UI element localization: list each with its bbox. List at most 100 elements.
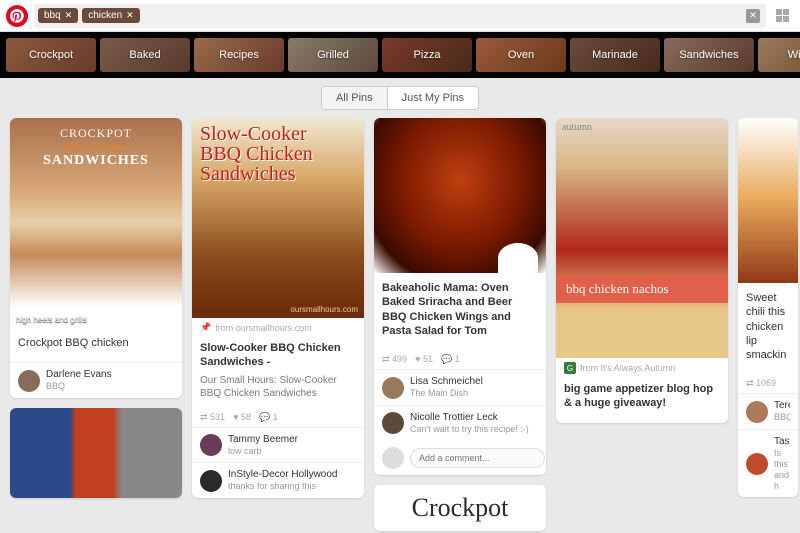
header-bar: bbq ✕ chicken ✕ ✕	[0, 0, 800, 32]
category-marinade[interactable]: Marinade	[570, 38, 660, 72]
search-tag-bbq[interactable]: bbq ✕	[38, 8, 78, 23]
pin-image[interactable]	[374, 118, 546, 273]
category-oven[interactable]: Oven	[476, 38, 566, 72]
avatar	[382, 412, 404, 434]
category-pizza[interactable]: Pizza	[382, 38, 472, 72]
pin-title: Crockpot BBQ chicken	[18, 336, 174, 350]
avatar	[200, 470, 222, 492]
comment-text: thanks for sharing this	[228, 481, 338, 492]
board-name: The Main Dish	[410, 388, 483, 399]
category-grilled[interactable]: Grilled	[288, 38, 378, 72]
commenter-row[interactable]: Tasty Is this and h	[738, 429, 798, 497]
comment-input[interactable]	[410, 448, 545, 468]
pinner-row[interactable]: Darlene Evans BBQ	[10, 362, 182, 398]
repin-count: ⇄ 499	[382, 354, 407, 365]
repin-count: ⇄ 531	[200, 412, 225, 423]
image-watermark: high heels and grills	[16, 315, 87, 324]
pin-stats: ⇄ 1069	[738, 374, 798, 393]
board-name: BBQS	[774, 412, 790, 423]
user-name: Tammy Beemer	[228, 434, 298, 446]
category-sandwiches[interactable]: Sandwiches	[664, 38, 754, 72]
comment-box	[374, 441, 546, 475]
pin-card[interactable]: autumn bbq chicken nachos G from It's Al…	[556, 118, 728, 423]
pin-image[interactable]	[10, 408, 182, 498]
pin-card[interactable]	[10, 408, 182, 498]
pin-card[interactable]: Bakeaholic Mama: Oven Baked Sriracha and…	[374, 118, 546, 475]
avatar	[382, 377, 404, 399]
filter-tabs-row: All Pins Just My Pins	[0, 78, 800, 118]
tag-label: chicken	[88, 10, 122, 21]
category-baked[interactable]: Baked	[100, 38, 190, 72]
pin-image[interactable]: CROCKPOT BBQ Chicken SANDWICHES high hee…	[10, 118, 182, 328]
image-banner-text: bbq chicken nachos	[556, 275, 728, 303]
pin-title: Bakeaholic Mama: Oven Baked Sriracha and…	[382, 281, 538, 338]
like-count: ♥ 58	[233, 412, 251, 423]
tab-just-my-pins[interactable]: Just My Pins	[388, 87, 478, 109]
pin-card[interactable]: Slow-Cooker BBQ Chicken Sandwiches oursm…	[192, 118, 364, 498]
commenter-row[interactable]: Nicolle Trottier Leck Can't wait to try …	[374, 405, 546, 441]
pin-card[interactable]: Sweet chili this chicken lip smackin ⇄ 1…	[738, 118, 798, 497]
board-name: BBQ	[46, 381, 112, 392]
pinner-row[interactable]: Tammy Beemer low carb	[192, 427, 364, 463]
like-count: ♥ 51	[415, 354, 433, 365]
remove-tag-icon[interactable]: ✕	[126, 10, 134, 21]
board-name: low carb	[228, 446, 298, 457]
avatar	[746, 401, 768, 423]
user-name: InStyle-Decor Hollywood	[228, 469, 338, 481]
repin-count: ⇄ 1069	[746, 378, 776, 389]
clear-search-icon[interactable]: ✕	[746, 9, 760, 23]
pin-image[interactable]: Slow-Cooker BBQ Chicken Sandwiches oursm…	[192, 118, 364, 318]
image-overlay-text: Slow-Cooker BBQ Chicken Sandwiches	[200, 124, 313, 184]
pin-title: Sweet chili this chicken lip smackin	[746, 291, 790, 362]
pin-title-script: Crockpot	[374, 485, 546, 531]
filter-tabs: All Pins Just My Pins	[321, 86, 479, 110]
category-crockpot[interactable]: Crockpot	[6, 38, 96, 72]
pin-stats: ⇄ 531 ♥ 58 💬 1	[192, 408, 364, 427]
pinner-row[interactable]: Lisa Schmeichel The Main Dish	[374, 369, 546, 405]
user-name: Darlene Evans	[46, 369, 112, 381]
pinner-row[interactable]: Teres BBQS	[738, 393, 798, 429]
grid-column: autumn bbq chicken nachos G from It's Al…	[556, 118, 728, 423]
user-name: Nicolle Trottier Leck	[410, 412, 529, 424]
pin-title: big game appetizer blog hop & a huge giv…	[564, 382, 720, 411]
source-badge-icon: G	[564, 362, 576, 374]
image-source-label: autumn	[562, 122, 592, 133]
pin-image[interactable]	[738, 118, 798, 283]
user-name: Teres	[774, 400, 790, 412]
image-watermark: oursmallhours.com	[290, 305, 358, 314]
grid-view-button[interactable]	[772, 5, 794, 27]
pin-card[interactable]: CROCKPOT BBQ Chicken SANDWICHES high hee…	[10, 118, 182, 398]
comment-text: Can't wait to try this recipe! :-)	[410, 424, 529, 435]
commenter-row[interactable]: InStyle-Decor Hollywood thanks for shari…	[192, 462, 364, 498]
pin-source: 📌 from oursmallhours.com	[192, 318, 364, 333]
user-name: Lisa Schmeichel	[410, 376, 483, 388]
remove-tag-icon[interactable]: ✕	[65, 10, 73, 21]
search-bar[interactable]: bbq ✕ chicken ✕ ✕	[34, 4, 766, 28]
pin-description: Our Small Hours: Slow-Cooker BBQ Chicken…	[200, 374, 356, 400]
category-wings[interactable]: Wings	[758, 38, 800, 72]
pin-icon: 📌	[200, 322, 211, 333]
pin-stats: ⇄ 499 ♥ 51 💬 1	[374, 350, 546, 369]
tag-label: bbq	[44, 10, 61, 21]
avatar	[18, 370, 40, 392]
category-recipes[interactable]: Recipes	[194, 38, 284, 72]
tab-all-pins[interactable]: All Pins	[322, 87, 388, 109]
pin-card[interactable]: Crockpot	[374, 485, 546, 531]
pin-source: G from It's Always Autumn	[556, 358, 728, 374]
grid-column: Sweet chili this chicken lip smackin ⇄ 1…	[738, 118, 798, 497]
comment-count: 💬 1	[259, 412, 278, 423]
comment-text: Is this and h	[774, 448, 790, 491]
search-tag-chicken[interactable]: chicken ✕	[82, 8, 139, 23]
grid-column: Bakeaholic Mama: Oven Baked Sriracha and…	[374, 118, 546, 531]
pinterest-logo[interactable]	[6, 5, 28, 27]
grid-column: CROCKPOT BBQ Chicken SANDWICHES high hee…	[10, 118, 182, 498]
category-strip: Crockpot Baked Recipes Grilled Pizza Ove…	[0, 32, 800, 78]
comment-count: 💬 1	[441, 354, 460, 365]
user-name: Tasty	[774, 436, 790, 448]
grid-column: Slow-Cooker BBQ Chicken Sandwiches oursm…	[192, 118, 364, 498]
avatar	[200, 434, 222, 456]
pin-image[interactable]: autumn bbq chicken nachos	[556, 118, 728, 358]
avatar	[746, 453, 768, 475]
pinterest-icon	[10, 9, 24, 23]
pin-title: Slow-Cooker BBQ Chicken Sandwiches -	[200, 341, 356, 370]
